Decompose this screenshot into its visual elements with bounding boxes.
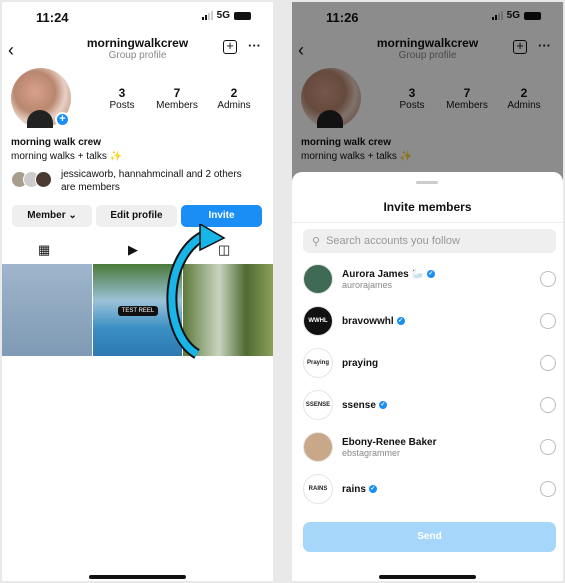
verified-badge-icon: ✓	[396, 317, 405, 325]
select-radio[interactable]	[540, 481, 556, 497]
account-name: rains	[342, 483, 366, 495]
clock: 11:24	[36, 10, 69, 25]
stat-value: 3	[118, 86, 126, 100]
search-bar[interactable]: ⚲	[303, 229, 556, 253]
group-profile-screen: 11:24 5G ‹ morningwalkcrew Group profile…	[2, 2, 273, 581]
account-name: Aurora James 🦢	[342, 268, 424, 280]
reels-tab-icon[interactable]: ▶	[128, 242, 138, 258]
stat-admins[interactable]: 2 Admins	[204, 86, 264, 111]
battery-icon	[234, 11, 251, 20]
account-avatar: RAINS	[303, 474, 333, 504]
account-name: praying	[342, 357, 379, 369]
account-name: Ebony-Renee Baker	[342, 436, 437, 448]
avatar-logo-text: RAINS	[308, 486, 328, 492]
invite-members-screen: 11:26 5G ‹ morningwalkcrew Group profile…	[292, 2, 563, 581]
avatar-logo-text: WWHL	[308, 318, 328, 324]
grid-tab-icon[interactable]: ▦	[38, 242, 50, 258]
select-radio[interactable]	[540, 313, 556, 329]
status-bar: 11:24 5G	[2, 10, 273, 26]
back-icon[interactable]: ‹	[8, 40, 14, 61]
create-icon[interactable]: +	[223, 39, 237, 54]
stat-label: Admins	[217, 100, 251, 111]
account-handle: ebstagrammer	[342, 447, 401, 458]
account-row[interactable]: WWHL bravowwhl ✓	[303, 304, 556, 338]
account-row[interactable]: Praying praying	[303, 346, 556, 380]
stat-value: 2	[230, 86, 238, 100]
invite-members-sheet: Invite members ⚲ Aurora James 🦢✓ auroraj…	[292, 172, 563, 581]
account-row[interactable]: RAINS rains ✓	[303, 472, 556, 506]
reel-badge: TEST REEL	[117, 306, 159, 316]
avatar-logo-text: SSENSE	[305, 402, 331, 408]
profile-bio: morning walks + talks ✨	[11, 151, 123, 162]
account-avatar: SSENSE	[303, 390, 333, 420]
profile-name: morning walk crew	[11, 137, 102, 148]
account-avatar	[303, 432, 333, 462]
member-avatars[interactable]	[11, 171, 52, 188]
member-button[interactable]: Member ⌄	[12, 205, 92, 227]
account-row[interactable]: Ebony-Renee Baker ebstagrammer	[303, 430, 556, 464]
arrow-annotation	[166, 224, 226, 359]
header: ‹ morningwalkcrew Group profile + ···	[2, 36, 273, 66]
send-button[interactable]: Send	[303, 522, 556, 552]
select-radio[interactable]	[540, 271, 556, 287]
select-radio[interactable]	[540, 439, 556, 455]
select-radio[interactable]	[540, 397, 556, 413]
account-name: ssense	[342, 399, 376, 411]
account-avatar	[303, 264, 333, 294]
search-input[interactable]	[326, 235, 547, 247]
search-icon: ⚲	[312, 235, 321, 248]
divider	[292, 222, 563, 223]
account-avatar: WWHL	[303, 306, 333, 336]
account-avatar: Praying	[303, 348, 333, 378]
stat-label: Posts	[109, 100, 135, 111]
account-name: bravowwhl	[342, 315, 394, 327]
stat-label: Members	[156, 100, 198, 111]
select-radio[interactable]	[540, 355, 556, 371]
network-label: 5G	[216, 10, 230, 21]
verified-badge-icon: ✓	[426, 270, 435, 278]
avatar-logo-text: Praying	[306, 360, 329, 366]
verified-badge-icon: ✓	[378, 401, 387, 409]
post-tile[interactable]	[2, 264, 92, 356]
account-row[interactable]: Aurora James 🦢 ✓ aurorajames	[303, 262, 556, 296]
stat-posts[interactable]: 3 Posts	[92, 86, 152, 111]
verified-badge-icon: ✓	[368, 485, 377, 493]
stat-value: 7	[173, 86, 181, 100]
sheet-drag-handle[interactable]	[416, 181, 438, 184]
more-icon[interactable]: ···	[248, 38, 261, 53]
account-handle: aurorajames	[342, 279, 393, 290]
account-row[interactable]: SSENSE ssense ✓	[303, 388, 556, 422]
signal-icon	[201, 11, 213, 20]
stat-members[interactable]: 7 Members	[147, 86, 207, 111]
members-summary-suffix: are members	[61, 182, 120, 193]
home-indicator	[379, 575, 476, 579]
members-summary[interactable]: jessicaworb, hannahmcinall and 2 others	[61, 169, 242, 180]
add-photo-icon[interactable]: +	[55, 112, 70, 127]
home-indicator	[89, 575, 186, 579]
sheet-title: Invite members	[383, 200, 472, 214]
